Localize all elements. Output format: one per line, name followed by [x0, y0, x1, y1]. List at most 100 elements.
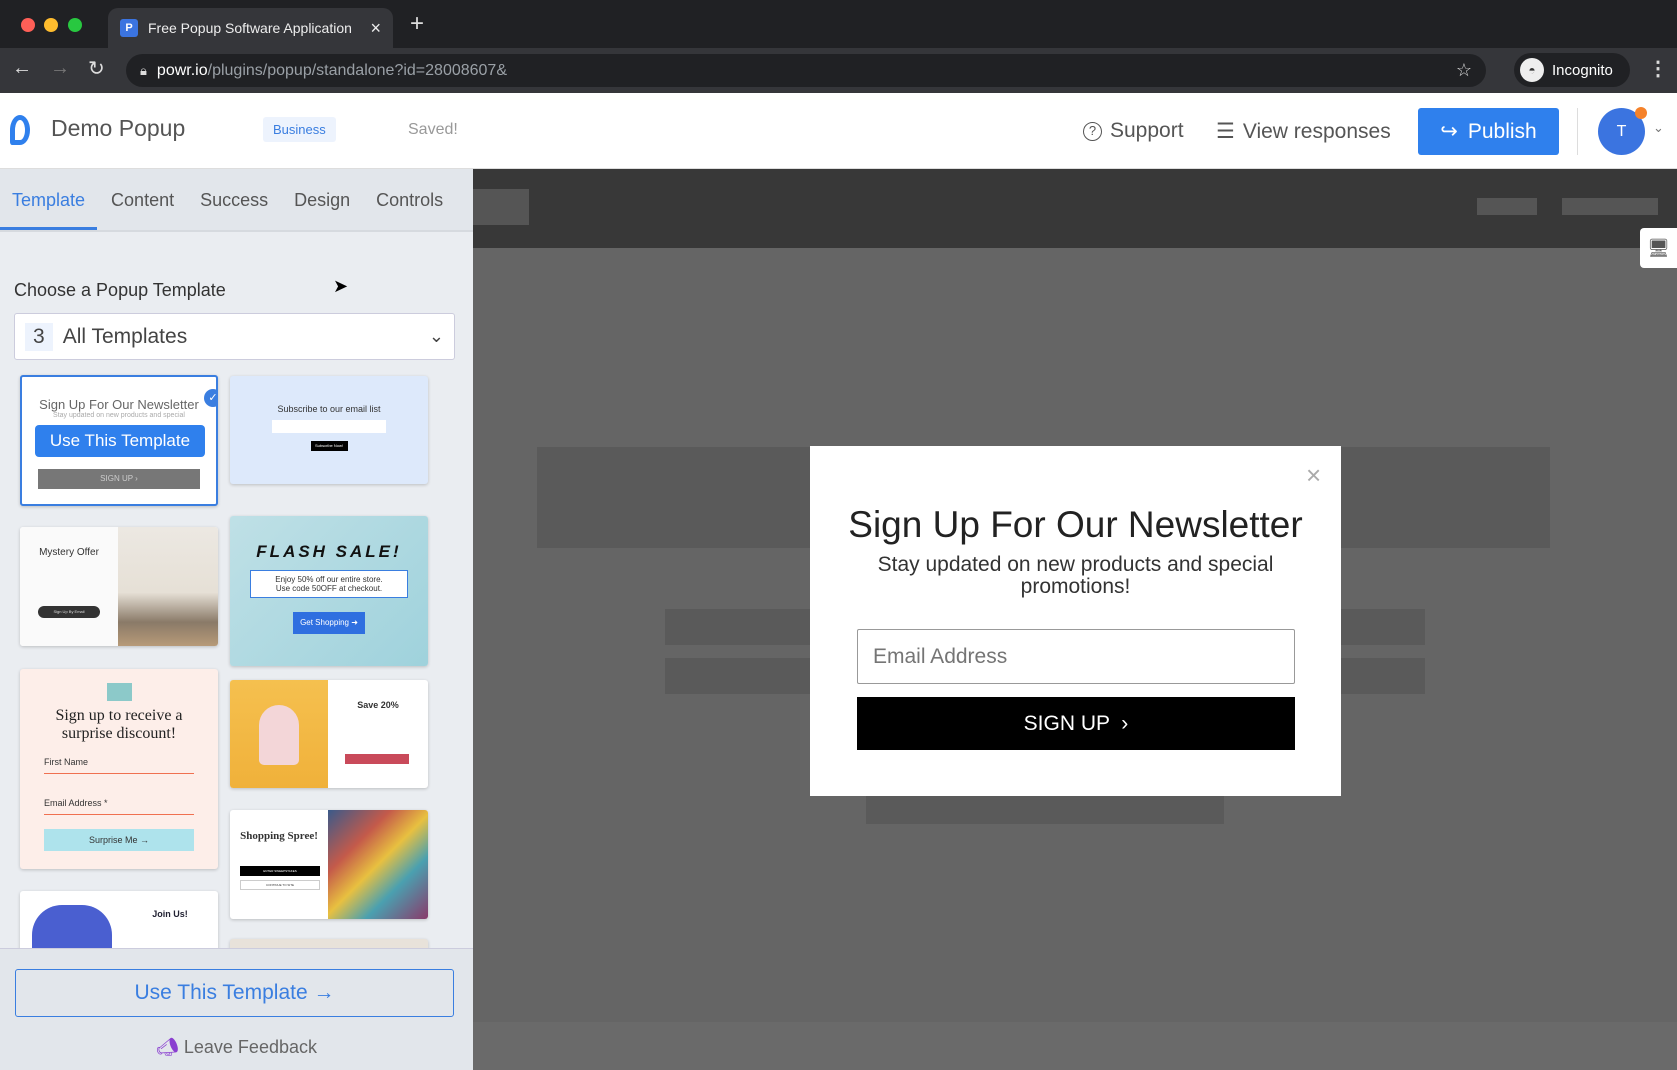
- template-flash-sale[interactable]: FLASH SALE! Enjoy 50% off our entire sto…: [230, 516, 428, 666]
- template-button: Sign Up By Email: [38, 606, 100, 618]
- template-button: Surprise Me →: [44, 829, 194, 851]
- template-title: Mystery Offer: [39, 547, 99, 558]
- popup-subtitle: Stay updated on new products and special…: [877, 553, 1274, 598]
- notification-dot: [1635, 107, 1647, 119]
- save-status: Saved!: [408, 121, 458, 138]
- tab-template[interactable]: Template: [0, 169, 98, 230]
- plan-badge: Business: [263, 117, 336, 142]
- forward-icon[interactable]: →: [50, 57, 70, 80]
- close-tab-icon[interactable]: ×: [370, 18, 381, 39]
- support-link[interactable]: ? Support: [1083, 119, 1184, 143]
- sidebar-footer: Use This Template → 📣︎ Leave Feedback: [0, 948, 473, 1070]
- address-bar[interactable]: 🔒︎ powr.io/plugins/popup/standalone?id=2…: [126, 54, 1486, 87]
- support-label: Support: [1110, 119, 1184, 142]
- maximize-window-button[interactable]: [68, 18, 82, 32]
- template-title: Sign Up For Our Newsletter: [39, 397, 199, 412]
- template-field: First Name: [44, 757, 194, 774]
- app-header: Demo Popup Business Saved! ? Support ☰ V…: [0, 93, 1677, 169]
- list-icon: ☰: [1216, 120, 1235, 143]
- template-title: Save 20%: [357, 700, 399, 710]
- powr-favicon-icon: P: [120, 19, 138, 37]
- avatar-initial: T: [1616, 123, 1627, 140]
- template-title: Shopping Spree!: [240, 830, 318, 842]
- tab-success[interactable]: Success: [188, 169, 280, 230]
- selected-check-icon: ✓: [204, 389, 216, 407]
- app-name: Demo Popup: [51, 115, 186, 141]
- template-surprise[interactable]: Sign up to receive a surprise discount! …: [20, 669, 218, 869]
- new-tab-icon[interactable]: +: [410, 10, 424, 38]
- url-path: /plugins/popup/standalone?id=28008607&: [207, 61, 507, 79]
- megaphone-icon: 📣︎: [156, 1037, 179, 1057]
- popup-title: Sign Up For Our Newsletter: [848, 504, 1303, 545]
- tab-content[interactable]: Content: [99, 169, 186, 230]
- view-responses-link[interactable]: ☰ View responses: [1216, 119, 1391, 144]
- back-icon[interactable]: ←: [12, 57, 32, 80]
- template-gallery: Sign Up For Our Newsletter Stay updated …: [0, 369, 473, 949]
- dropdown-value: All Templates: [62, 324, 188, 348]
- leave-feedback-link[interactable]: 📣︎ Leave Feedback: [0, 1037, 473, 1058]
- template-save-20[interactable]: Save 20%: [230, 680, 428, 788]
- template-button: Subscribe Now!: [310, 441, 348, 451]
- template-title: Sign up to receive a surprise discount!: [55, 707, 183, 742]
- chevron-down-icon[interactable]: ⌄: [1653, 120, 1664, 136]
- use-this-template-button[interactable]: Use This Template →: [15, 969, 454, 1017]
- template-subscribe[interactable]: Subscribe to our email list Subscribe No…: [230, 376, 428, 484]
- reload-icon[interactable]: ↻: [88, 56, 105, 81]
- minimize-window-button[interactable]: [44, 18, 58, 32]
- sign-up-button[interactable]: SIGN UP ›: [857, 697, 1295, 750]
- browser-tab[interactable]: P Free Popup Software Application ×: [108, 8, 393, 48]
- editor-tabs: Template Content Success Design Controls: [0, 169, 473, 232]
- incognito-icon: ◓: [1520, 58, 1544, 82]
- editor-sidebar: Template Content Success Design Controls…: [0, 169, 473, 1070]
- template-subtitle: Stay updated on new products and special: [53, 412, 185, 419]
- lock-icon: 🔒︎: [140, 62, 147, 78]
- template-mystery[interactable]: Mystery Offer Sign Up By Email: [20, 527, 218, 646]
- tab-title: Free Popup Software Application: [148, 20, 352, 36]
- template-category-dropdown[interactable]: 3 All Templates ⌄: [14, 313, 455, 360]
- template-shopping-spree[interactable]: Shopping Spree! ENTER SWEEPSTAKES CONTIN…: [230, 810, 428, 919]
- publish-label: Publish: [1467, 119, 1537, 143]
- template-text: Enjoy 50% off our entire store.: [275, 575, 383, 584]
- section-label: Choose a Popup Template: [14, 280, 226, 300]
- view-responses-label: View responses: [1242, 119, 1391, 143]
- email-input[interactable]: [857, 629, 1295, 684]
- gift-icon: [106, 683, 132, 701]
- share-icon: ↪: [1440, 120, 1458, 143]
- template-text: Use code 50OFF at checkout.: [275, 584, 383, 593]
- tab-design[interactable]: Design: [282, 169, 362, 230]
- browser-menu-icon[interactable]: ⋮: [1648, 56, 1668, 81]
- template-field: Email Address *: [44, 798, 194, 815]
- help-icon: ?: [1083, 121, 1102, 141]
- tab-controls[interactable]: Controls: [364, 169, 455, 230]
- desktop-preview-icon[interactable]: 🖥︎: [1640, 228, 1677, 268]
- template-newsletter[interactable]: Sign Up For Our Newsletter Stay updated …: [20, 375, 218, 506]
- template-title: FLASH SALE!: [256, 542, 402, 561]
- ice-cream-photo: [230, 680, 328, 788]
- template-count: 3: [25, 322, 53, 351]
- template-button: SIGN UP ›: [38, 469, 200, 489]
- profile-label: Incognito: [1552, 61, 1613, 79]
- template-title: Join Us!: [152, 909, 188, 919]
- url-host: powr.io: [156, 61, 208, 79]
- browser-toolbar: ← → ↻ 🔒︎ powr.io/plugins/popup/standalon…: [0, 48, 1677, 93]
- template-title: Subscribe to our email list: [277, 404, 381, 414]
- bedroom-photo: [118, 527, 218, 646]
- mural-photo: [328, 810, 428, 919]
- close-window-button[interactable]: [21, 18, 35, 32]
- publish-button[interactable]: ↪ Publish: [1418, 108, 1559, 155]
- use-this-template-overlay-button[interactable]: Use This Template: [35, 425, 205, 457]
- leave-feedback-label: Leave Feedback: [183, 1037, 317, 1057]
- newsletter-popup: × Sign Up For Our Newsletter Stay update…: [810, 446, 1341, 796]
- template-button: ENTER SWEEPSTAKES: [240, 866, 320, 876]
- browser-tab-bar: P Free Popup Software Application × +: [0, 0, 1677, 48]
- bookmark-star-icon[interactable]: ☆: [1456, 60, 1472, 81]
- template-button: Get Shopping ➜: [293, 612, 365, 634]
- close-popup-icon[interactable]: ×: [1306, 460, 1321, 491]
- divider: [1577, 108, 1578, 155]
- template-join-us[interactable]: Join Us!: [20, 891, 218, 949]
- incognito-profile[interactable]: ◓ Incognito: [1514, 53, 1630, 87]
- chevron-down-icon: ⌄: [428, 326, 444, 346]
- preview-site-header: [473, 169, 1677, 248]
- puzzle-illustration: [32, 905, 112, 949]
- mouse-cursor-icon: ➤: [333, 276, 349, 296]
